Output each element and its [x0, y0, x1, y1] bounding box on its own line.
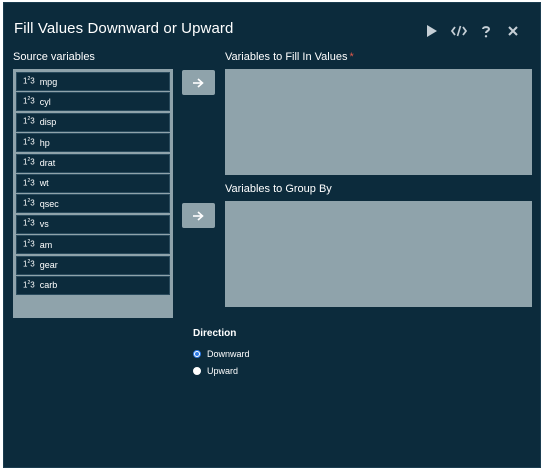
toolbar: [418, 22, 526, 40]
source-variable-label: mpg: [39, 76, 58, 87]
source-variable-item[interactable]: 123 vs: [16, 214, 170, 234]
required-mark: *: [349, 51, 354, 63]
radio-upward-button[interactable]: [193, 367, 201, 375]
run-icon[interactable]: [418, 22, 445, 40]
radio-downward[interactable]: Downward: [193, 349, 250, 359]
source-variables-label: Source variables: [13, 51, 95, 63]
numeric-type-icon: 123: [23, 238, 35, 249]
group-variables-label: Variables to Group By: [225, 183, 332, 195]
source-variable-label: cyl: [39, 96, 51, 107]
source-variable-label: gear: [39, 260, 58, 271]
code-icon[interactable]: [445, 22, 472, 40]
source-variable-label: vs: [39, 219, 49, 230]
source-variable-item[interactable]: 123 am: [16, 235, 170, 255]
radio-upward-label: Upward: [207, 366, 239, 376]
source-variable-item[interactable]: 123 gear: [16, 255, 170, 275]
numeric-type-icon: 123: [23, 157, 35, 167]
fill-variables-label-text: Variables to Fill In Values: [225, 51, 348, 63]
arrow-right-icon: [193, 77, 204, 88]
source-variable-item[interactable]: 123 wt: [16, 173, 170, 193]
numeric-type-icon: 123: [23, 136, 35, 147]
numeric-type-icon: 123: [23, 177, 35, 188]
group-variables-target[interactable]: [225, 201, 532, 307]
source-variable-label: drat: [39, 158, 56, 169]
source-variable-label: hp: [39, 137, 50, 148]
numeric-type-icon: 123: [23, 198, 35, 208]
radio-downward-button[interactable]: [193, 350, 201, 358]
add-to-group-button[interactable]: [182, 203, 215, 228]
source-variable-item[interactable]: 123 qsec: [16, 194, 170, 214]
direction-label: Direction: [193, 328, 237, 339]
source-variable-item[interactable]: 123 disp: [16, 112, 170, 132]
source-variable-label: disp: [39, 117, 57, 128]
source-variable-label: qsec: [39, 198, 59, 209]
numeric-type-icon: 123: [23, 279, 35, 290]
help-icon[interactable]: [472, 22, 499, 40]
source-variable-item[interactable]: 123 cyl: [16, 92, 170, 112]
numeric-type-icon: 123: [23, 75, 35, 86]
dialog-title: Fill Values Downward or Upward: [14, 20, 234, 37]
radio-downward-label: Downward: [207, 349, 250, 359]
add-to-fill-button[interactable]: [182, 70, 215, 95]
source-variable-item[interactable]: 123 drat: [16, 153, 170, 173]
numeric-type-icon: 123: [23, 116, 35, 127]
numeric-type-icon: 123: [23, 259, 35, 269]
fill-variables-label: Variables to Fill In Values *: [225, 51, 354, 63]
source-variable-label: wt: [39, 178, 49, 189]
source-variable-item[interactable]: 123 carb: [16, 275, 170, 295]
numeric-type-icon: 123: [23, 218, 35, 229]
close-icon[interactable]: [499, 22, 526, 40]
source-variable-label: carb: [39, 280, 58, 291]
source-variables-list[interactable]: 123 mpg 123 cyl 123 disp 123 hp 123 drat 123 wt 123 q…: [13, 69, 173, 318]
radio-upward[interactable]: Upward: [193, 366, 238, 376]
source-variable-item[interactable]: 123 hp: [16, 133, 170, 153]
source-variable-label: am: [39, 239, 53, 250]
numeric-type-icon: 123: [23, 96, 35, 106]
dialog: Fill Values Downward or Upward Source va…: [3, 2, 541, 468]
fill-variables-target[interactable]: [225, 69, 532, 175]
source-variable-item[interactable]: 123 mpg: [16, 72, 170, 91]
arrow-right-icon: [193, 210, 204, 221]
